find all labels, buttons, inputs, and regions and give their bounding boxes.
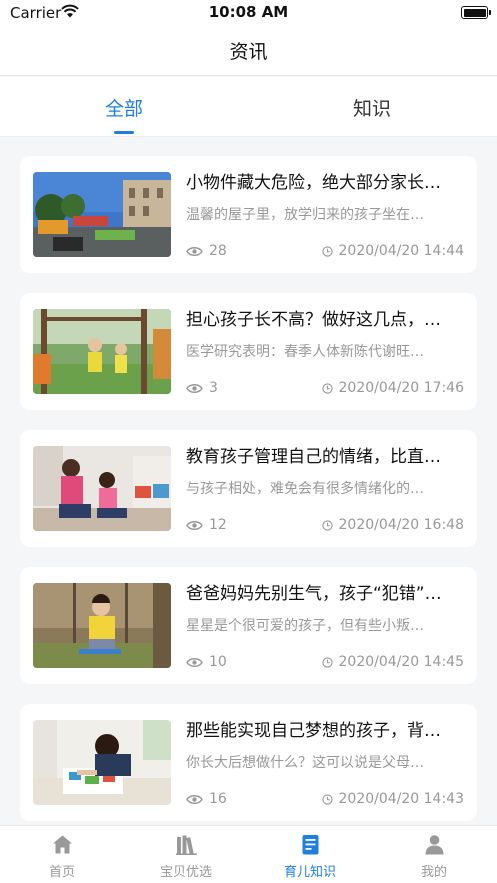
publish-date: 2020/04/20 14:43 — [321, 791, 465, 809]
tab-bar-parenting[interactable]: 育儿知识 — [248, 826, 372, 883]
tab-bar-selection-label: 宝贝优选 — [159, 865, 212, 880]
clock-icon — [321, 657, 333, 668]
tab-knowledge-label: 知识 — [352, 98, 391, 120]
page-title: 资讯 — [229, 41, 268, 63]
document-icon — [302, 835, 319, 855]
article-title: 那些能实现自己梦想的孩子，背… — [186, 721, 441, 741]
tab-bar-mine-label: 我的 — [420, 865, 447, 880]
tab-all[interactable]: 全部 — [0, 77, 248, 137]
article-card[interactable]: 小物件藏大危险，绝大部分家长… 温馨的屋子里，放学归来的孩子坐在… 28 202… — [20, 156, 477, 273]
person-icon — [425, 835, 444, 855]
view-count-value: 12 — [209, 517, 227, 533]
books-icon — [176, 835, 197, 855]
article-summary: 你长大后想做什么？这可以说是父母… — [186, 755, 424, 771]
eye-icon — [186, 247, 203, 256]
tab-bar-home-label: 首页 — [48, 865, 75, 880]
publish-date-value: 2020/04/20 14:45 — [338, 654, 465, 670]
article-thumbnail — [33, 583, 171, 668]
eye-icon — [186, 521, 203, 530]
clock-icon — [321, 520, 333, 531]
eye-icon — [186, 384, 203, 393]
article-title: 爸爸妈妈先别生气，孩子“犯错”… — [186, 584, 442, 604]
article-summary: 温馨的屋子里，放学归来的孩子坐在… — [186, 207, 424, 223]
clock-icon — [321, 794, 333, 805]
article-card[interactable]: 那些能实现自己梦想的孩子，背… 你长大后想做什么？这可以说是父母… 16 202… — [20, 704, 477, 821]
article-thumbnail — [33, 309, 171, 394]
tab-bar-selection[interactable]: 宝贝优选 — [124, 826, 248, 883]
publish-date: 2020/04/20 17:46 — [321, 380, 465, 398]
tab-all-label: 全部 — [104, 98, 143, 120]
publish-date: 2020/04/20 14:45 — [321, 654, 465, 672]
article-title: 教育孩子管理自己的情绪，比直… — [186, 447, 441, 467]
article-list[interactable]: 小物件藏大危险，绝大部分家长… 温馨的屋子里，放学归来的孩子坐在… 28 202… — [0, 138, 497, 825]
status-bar: Carrier 10:08 AM — [0, 0, 497, 26]
tab-bar-mine[interactable]: 我的 — [372, 826, 496, 883]
article-title: 小物件藏大危险，绝大部分家长… — [186, 173, 441, 193]
nav-bar: 资讯 — [0, 26, 497, 76]
article-card[interactable]: 教育孩子管理自己的情绪，比直… 与孩子相处，难免会有很多情绪化的… 12 202… — [20, 430, 477, 547]
tab-strip: 全部 知识 — [0, 77, 497, 137]
mother-child-photo — [33, 446, 171, 531]
home-icon — [53, 835, 72, 854]
view-count-value: 16 — [209, 791, 227, 807]
article-thumbnail — [33, 446, 171, 531]
kids-climbing-photo — [33, 309, 171, 394]
status-time: 10:08 AM — [208, 3, 289, 21]
publish-date: 2020/04/20 14:44 — [321, 243, 465, 261]
battery-icon — [461, 6, 491, 19]
boy-swing-photo — [33, 583, 171, 668]
publish-date-value: 2020/04/20 14:43 — [338, 791, 465, 807]
article-summary: 与孩子相处，难免会有很多情绪化的… — [186, 481, 424, 497]
view-count-value: 3 — [209, 380, 218, 396]
bottom-tab-bar: 首页 宝贝优选 育儿知识 我的 — [0, 825, 497, 883]
article-summary: 星星是个很可爱的孩子，但有些小叛… — [186, 618, 424, 634]
tab-bar-parenting-label: 育儿知识 — [283, 865, 336, 880]
article-card[interactable]: 担心孩子长不高？做好这几点，… 医学研究表明：春季人体新陈代谢旺… 3 2020… — [20, 293, 477, 410]
view-count-value: 28 — [209, 243, 227, 259]
view-count-value: 10 — [209, 654, 227, 670]
tab-bar-home[interactable]: 首页 — [0, 826, 124, 883]
publish-date: 2020/04/20 16:48 — [321, 517, 465, 535]
article-summary: 医学研究表明：春季人体新陈代谢旺… — [186, 344, 424, 360]
boy-drawing-photo — [33, 720, 171, 805]
tab-knowledge[interactable]: 知识 — [248, 77, 496, 137]
clock-icon — [321, 383, 333, 394]
article-card[interactable]: 爸爸妈妈先别生气，孩子“犯错”… 星星是个很可爱的孩子，但有些小叛… 10 20… — [20, 567, 477, 684]
publish-date-value: 2020/04/20 14:44 — [338, 243, 465, 259]
article-title: 担心孩子长不高？做好这几点，… — [186, 310, 441, 330]
publish-date-value: 2020/04/20 16:48 — [338, 517, 465, 533]
clock-icon — [321, 246, 333, 257]
eye-icon — [186, 795, 203, 804]
playground-photo — [33, 172, 171, 257]
article-thumbnail — [33, 720, 171, 805]
publish-date-value: 2020/04/20 17:46 — [338, 380, 465, 396]
active-tab-indicator — [114, 131, 134, 134]
eye-icon — [186, 658, 203, 667]
article-thumbnail — [33, 172, 171, 257]
